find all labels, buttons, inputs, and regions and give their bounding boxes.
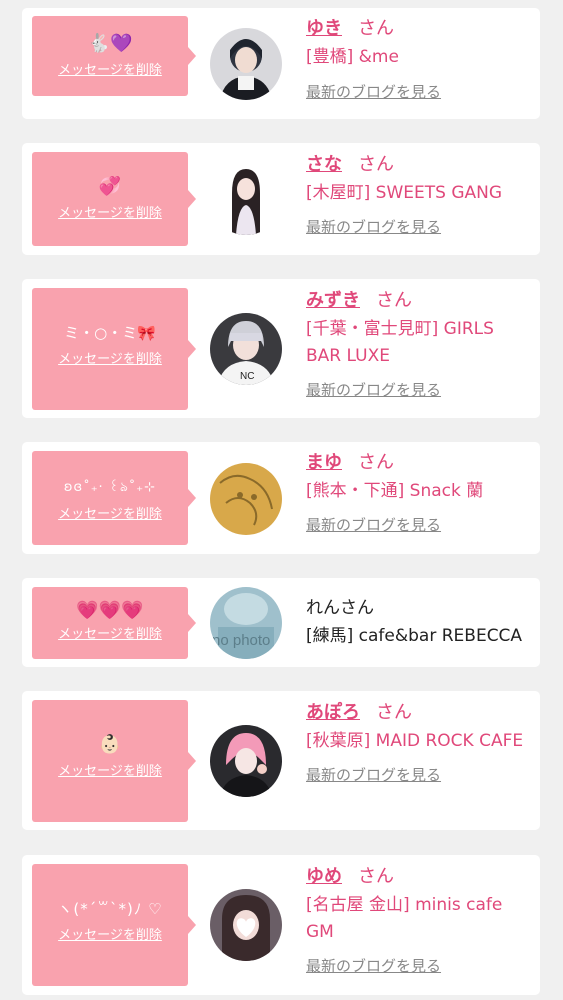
stamp-bubble: ヽ(*´꒳`*)ﾉ ♡ メッセージを削除 [32,864,196,986]
member-name-link[interactable]: ゆめ [306,866,342,887]
stamp-text: 👶🏻 [98,734,122,755]
member-info: あぽろ さん [秋葉原] MAID ROCK CAFE 最新のブログを見る [306,702,532,784]
stamp-bubble: 👶🏻 メッセージを削除 [32,700,196,822]
member-name-link[interactable]: まゆ [306,452,342,473]
shop-name: [千葉・富士見町] GIRLS BAR LUXE [306,319,494,366]
delete-message-link[interactable]: メッセージを削除 [32,627,188,643]
member-name-link[interactable]: あぽろ [306,702,360,723]
stamp-text: ヽ(*´꒳`*)ﾉ ♡ [57,900,163,918]
latest-blog-link[interactable]: 最新のブログを見る [306,381,441,399]
shop-name: [練馬] cafe&bar REBECCA [306,626,523,646]
latest-blog-link[interactable]: 最新のブログを見る [306,516,441,534]
delete-message-link[interactable]: メッセージを削除 [32,63,188,79]
svg-text:NC: NC [240,371,254,382]
no-photo-text: no photo [212,632,270,649]
stamp-bubble: 💗💗💗 メッセージを削除 [32,587,196,659]
member-info: まゆ さん [熊本・下通] Snack 蘭 最新のブログを見る [306,452,532,534]
message-card: 💗💗💗 メッセージを削除 no photo れんさん [練馬] cafe&bar… [22,578,540,667]
member-info: みずき さん [千葉・富士見町] GIRLS BAR LUXE 最新のブログを見る [306,290,532,399]
member-name-link[interactable]: みずき [306,290,360,311]
delete-message-link[interactable]: メッセージを削除 [32,206,188,222]
member-name-link[interactable]: ゆき [306,18,342,39]
honorific: さん [358,452,394,473]
message-card: 👶🏻 メッセージを削除 あぽろ さん [秋葉原] MAID ROCK CAFE 最… [22,691,540,830]
stamp-text: 🐇💜 [87,33,133,54]
message-card: ヽ(*´꒳`*)ﾉ ♡ メッセージを削除 ゆめ さん [名古屋 金山] minis… [22,855,540,995]
delete-message-link[interactable]: メッセージを削除 [32,928,188,944]
delete-message-link[interactable]: メッセージを削除 [32,764,188,780]
honorific: さん [358,866,394,887]
stamp-bubble: ミ・○・ミ🎀 メッセージを削除 [32,288,196,410]
delete-message-link[interactable]: メッセージを削除 [32,507,188,523]
shop-name: [名古屋 金山] minis cafe GM [306,895,503,942]
member-name: れんさん [306,598,374,618]
member-info: ゆめ さん [名古屋 金山] minis cafe GM 最新のブログを見る [306,866,532,975]
message-card: ミ・○・ミ🎀 メッセージを削除 NC みずき さん [千葉・富士見町] GIRLS… [22,279,540,418]
delete-message-link[interactable]: メッセージを削除 [32,352,188,368]
avatar[interactable] [210,28,282,100]
avatar[interactable] [210,463,282,535]
stamp-text: 💗💗💗 [76,600,144,621]
member-info: さな さん [木屋町] SWEETS GANG 最新のブログを見る [306,154,532,236]
avatar[interactable] [210,889,282,961]
avatar[interactable]: NC [210,313,282,385]
honorific: さん [376,290,412,311]
message-card: ʚɞ˚₊‧ ꒰ঌ˚₊⊹ メッセージを削除 まゆ さん [熊本・下通] Snack … [22,442,540,554]
member-name-link[interactable]: さな [306,154,342,175]
stamp-bubble: 🐇💜 メッセージを削除 [32,16,196,96]
honorific: さん [358,18,394,39]
stamp-text: ʚɞ˚₊‧ ꒰ঌ˚₊⊹ [63,480,157,495]
latest-blog-link[interactable]: 最新のブログを見る [306,766,441,784]
avatar[interactable] [210,725,282,797]
member-info: ゆき さん [豊橋] &me 最新のブログを見る [306,18,532,101]
honorific: さん [376,702,412,723]
member-info: れんさん [練馬] cafe&bar REBECCA [306,597,532,650]
stamp-text: 💞 [98,176,122,197]
latest-blog-link[interactable]: 最新のブログを見る [306,957,441,975]
stamp-text: ミ・○・ミ🎀 [64,324,156,342]
shop-name: [木屋町] SWEETS GANG [306,183,503,203]
message-card: 🐇💜 メッセージを削除 ゆき さん [豊橋] &me 最新のブログを見る [22,8,540,119]
shop-name: [熊本・下通] Snack 蘭 [306,481,484,501]
latest-blog-link[interactable]: 最新のブログを見る [306,218,441,236]
avatar[interactable] [210,163,282,235]
honorific: さん [358,154,394,175]
avatar[interactable]: no photo [210,587,282,659]
message-card: 💞 メッセージを削除 さな さん [木屋町] SWEETS GANG 最新のブログ… [22,143,540,255]
stamp-bubble: 💞 メッセージを削除 [32,152,196,246]
stamp-bubble: ʚɞ˚₊‧ ꒰ঌ˚₊⊹ メッセージを削除 [32,451,196,545]
shop-name: [秋葉原] MAID ROCK CAFE [306,731,524,751]
shop-name: [豊橋] &me [306,47,399,67]
latest-blog-link[interactable]: 最新のブログを見る [306,83,441,101]
